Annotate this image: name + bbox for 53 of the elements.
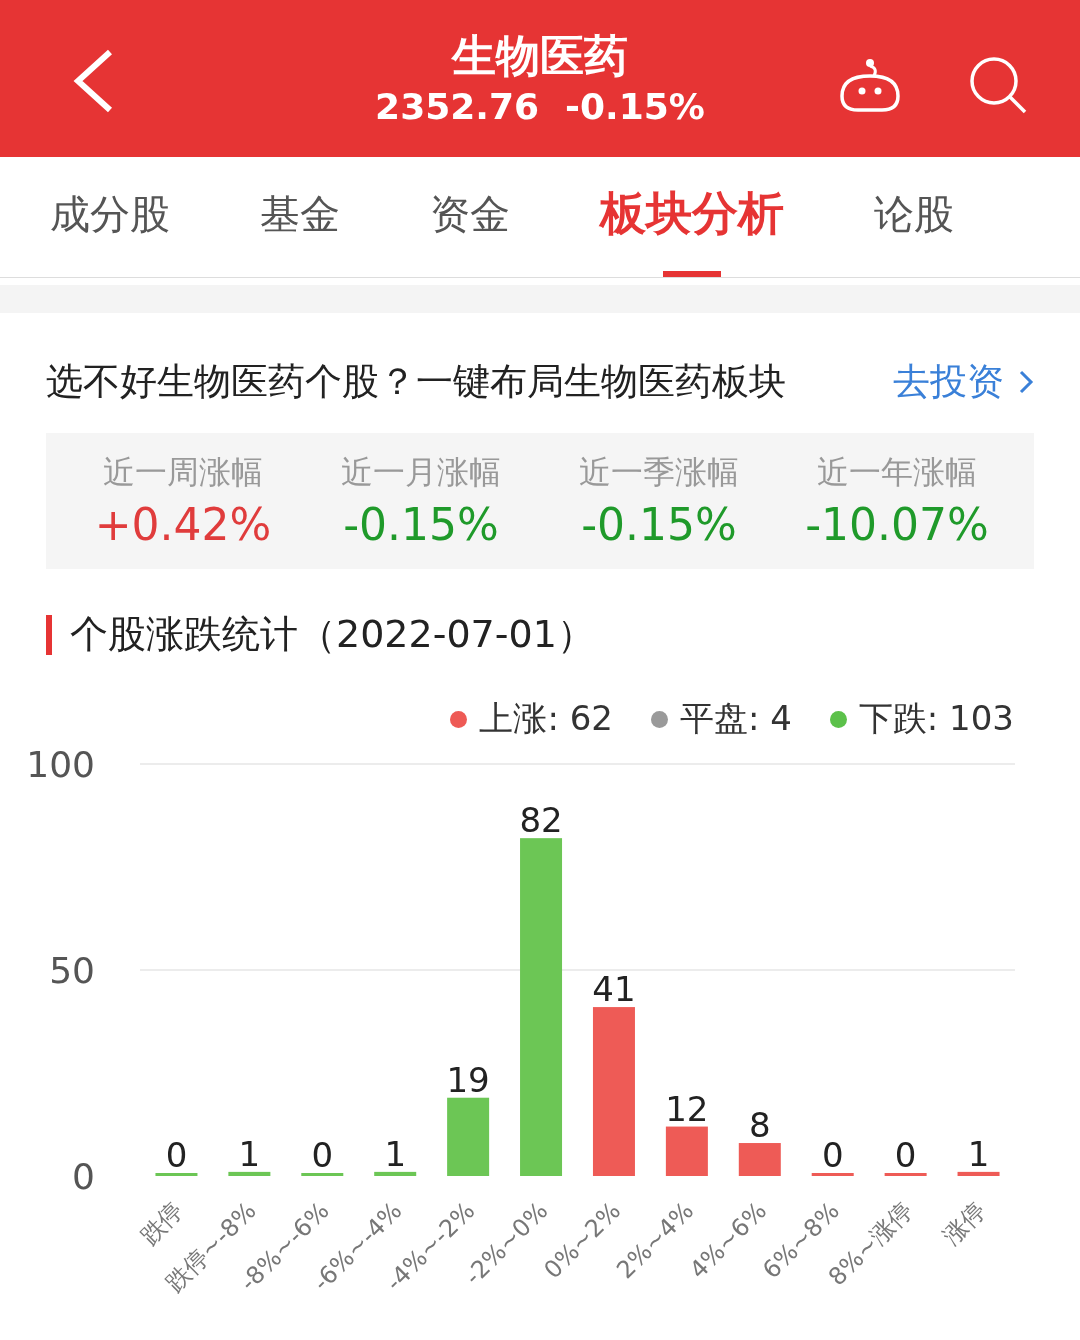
legend-label: 平盘: 4 <box>679 697 792 740</box>
bar <box>738 1143 781 1176</box>
stat-value: -10.07% <box>805 499 989 551</box>
bar <box>665 1126 708 1176</box>
bar <box>884 1173 927 1176</box>
section-marker <box>46 614 52 655</box>
stat-label: 近一季涨幅 <box>579 452 739 493</box>
stat-label: 近一年涨幅 <box>817 452 977 493</box>
stat-value: -0.15% <box>581 499 737 551</box>
bar <box>374 1171 417 1176</box>
value-label: 8 <box>748 1105 771 1146</box>
bar <box>811 1173 854 1176</box>
chevron-right-icon <box>1018 368 1034 396</box>
stat-value: -0.15% <box>343 499 499 551</box>
tab[interactable]: 板块分析 <box>570 157 814 277</box>
section-title: 个股涨跌统计（2022-07-01） <box>70 611 595 658</box>
tab[interactable]: 论股 <box>844 157 984 277</box>
tab[interactable]: 基金 <box>230 157 370 277</box>
stat-label: 近一周涨幅 <box>103 452 263 493</box>
value-label: 0 <box>821 1135 844 1175</box>
y-tick-label: 0 <box>72 1156 95 1197</box>
index-price: 2352.76 <box>375 84 540 129</box>
value-label: 19 <box>446 1059 490 1100</box>
index-change: -0.15% <box>565 84 705 129</box>
search-icon[interactable] <box>968 56 1028 114</box>
value-label: 1 <box>384 1133 407 1174</box>
legend-label: 上涨: 62 <box>479 697 613 740</box>
bar <box>228 1171 271 1176</box>
invest-link[interactable]: 去投资 <box>893 357 1034 407</box>
tab-underline <box>663 271 721 277</box>
value-label: 1 <box>238 1133 261 1174</box>
x-axis-label: 跌停 <box>134 1196 189 1251</box>
value-label: 12 <box>665 1088 709 1129</box>
promo-text: 选不好生物医药个股？一键布局生物医药板块 <box>46 359 786 405</box>
y-tick-label: 100 <box>26 744 95 785</box>
robot-icon[interactable] <box>838 58 902 114</box>
stat-value: +0.42% <box>94 499 272 551</box>
value-label: 0 <box>311 1135 334 1175</box>
tab[interactable]: 资金 <box>400 157 540 277</box>
value-label: 41 <box>592 969 636 1010</box>
stat-label: 近一月涨幅 <box>341 452 501 493</box>
value-label: 0 <box>165 1135 188 1175</box>
bar <box>957 1171 1000 1176</box>
bar <box>155 1173 198 1176</box>
page-title: 生物医药 <box>452 28 628 83</box>
value-label: 1 <box>967 1133 990 1174</box>
legend-label: 下跌: 103 <box>858 697 1014 740</box>
value-label: 82 <box>519 800 563 841</box>
tab[interactable]: 成分股 <box>20 157 200 277</box>
value-label: 0 <box>894 1135 917 1175</box>
y-tick-label: 50 <box>49 950 95 991</box>
bar <box>301 1173 344 1176</box>
x-axis-label: 涨停 <box>937 1196 991 1251</box>
